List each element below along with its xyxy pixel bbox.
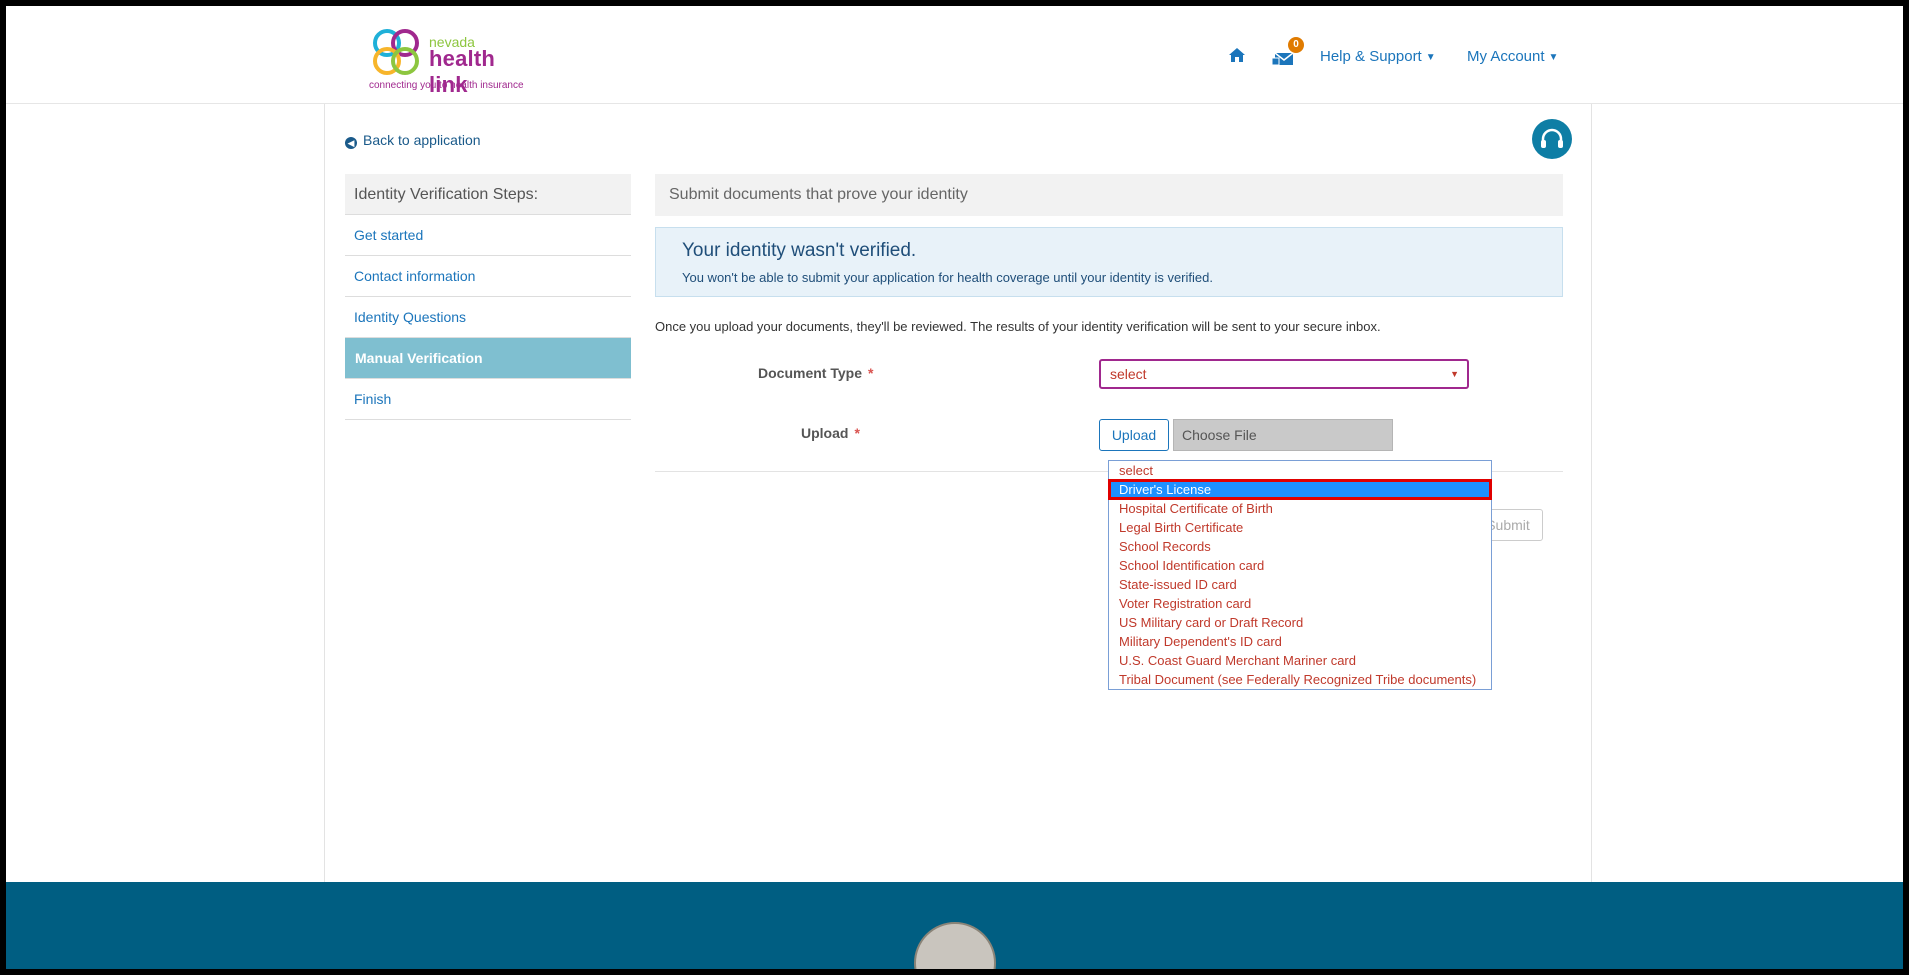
upload-button[interactable]: Upload (1099, 419, 1169, 451)
headset-support-icon[interactable] (1532, 119, 1572, 159)
home-icon[interactable] (1228, 47, 1246, 63)
back-to-application-link[interactable]: ◀ Back to application (345, 132, 481, 149)
steps-title: Identity Verification Steps: (345, 174, 631, 215)
upload-label-text: Upload (801, 425, 849, 441)
alert-title: Your identity wasn't verified. (682, 240, 917, 261)
document-type-dropdown-list[interactable]: select Driver's License Hospital Certifi… (1108, 460, 1492, 690)
document-type-value: select (1110, 366, 1147, 382)
required-asterisk: * (867, 365, 874, 381)
back-link-label: Back to application (363, 132, 481, 148)
arrow-left-circle-icon: ◀ (345, 137, 357, 149)
required-asterisk: * (854, 425, 860, 441)
option-military-dependents-id-card[interactable]: Military Dependent's ID card (1109, 632, 1491, 651)
document-type-label: Document Type * (758, 365, 873, 381)
option-coast-guard-mariner-card[interactable]: U.S. Coast Guard Merchant Mariner card (1109, 651, 1491, 670)
site-footer (6, 882, 1903, 969)
option-state-issued-id-card[interactable]: State-issued ID card (1109, 575, 1491, 594)
step-manual-verification[interactable]: Manual Verification (345, 338, 631, 379)
choose-file-input[interactable]: Choose File (1173, 419, 1393, 451)
chevron-down-icon: ▼ (1548, 52, 1559, 63)
chevron-down-icon: ▼ (1425, 52, 1436, 63)
headset-glyph (1541, 128, 1563, 148)
state-seal-icon (914, 922, 996, 969)
mail-count-badge: 0 (1288, 37, 1304, 53)
site-header: nevada health link connecting you to hea… (6, 6, 1903, 104)
main-panel: Submit documents that prove your identit… (655, 174, 1563, 541)
option-tribal-document[interactable]: Tribal Document (see Federally Recognize… (1109, 670, 1491, 689)
option-hospital-certificate-of-birth[interactable]: Hospital Certificate of Birth (1109, 499, 1491, 518)
help-support-label: Help & Support (1320, 48, 1422, 65)
info-text: Once you upload your documents, they'll … (655, 319, 1381, 334)
step-identity-questions[interactable]: Identity Questions (345, 297, 631, 338)
step-finish[interactable]: Finish (345, 379, 631, 420)
option-school-records[interactable]: School Records (1109, 537, 1491, 556)
option-legal-birth-certificate[interactable]: Legal Birth Certificate (1109, 518, 1491, 537)
verification-steps-sidebar: Identity Verification Steps: Get started… (345, 174, 631, 420)
option-school-identification-card[interactable]: School Identification card (1109, 556, 1491, 575)
nevada-health-link-logo[interactable]: nevada health link connecting you to hea… (369, 22, 539, 97)
document-type-select[interactable]: select ▼ (1099, 359, 1469, 389)
identity-alert: Your identity wasn't verified. You won't… (655, 227, 1563, 297)
page-frame: nevada health link connecting you to hea… (6, 6, 1903, 969)
option-drivers-license[interactable]: Driver's License (1108, 479, 1492, 500)
option-voter-registration-card[interactable]: Voter Registration card (1109, 594, 1491, 613)
logo-tagline: connecting you to health insurance (369, 80, 524, 91)
option-select[interactable]: select (1109, 461, 1491, 480)
alert-message: You won't be able to submit your applica… (682, 270, 1213, 285)
help-support-menu[interactable]: Help & Support ▼ (1320, 48, 1436, 65)
upload-label: Upload * (801, 425, 860, 441)
step-contact-information[interactable]: Contact information (345, 256, 631, 297)
logo-knot-icon (373, 29, 419, 75)
option-us-military-card[interactable]: US Military card or Draft Record (1109, 613, 1491, 632)
panel-title: Submit documents that prove your identit… (655, 174, 1563, 216)
step-get-started[interactable]: Get started (345, 215, 631, 256)
my-account-label: My Account (1467, 48, 1545, 65)
caret-down-icon: ▼ (1450, 369, 1459, 379)
document-type-label-text: Document Type (758, 365, 862, 381)
my-account-menu[interactable]: My Account ▼ (1467, 48, 1558, 65)
